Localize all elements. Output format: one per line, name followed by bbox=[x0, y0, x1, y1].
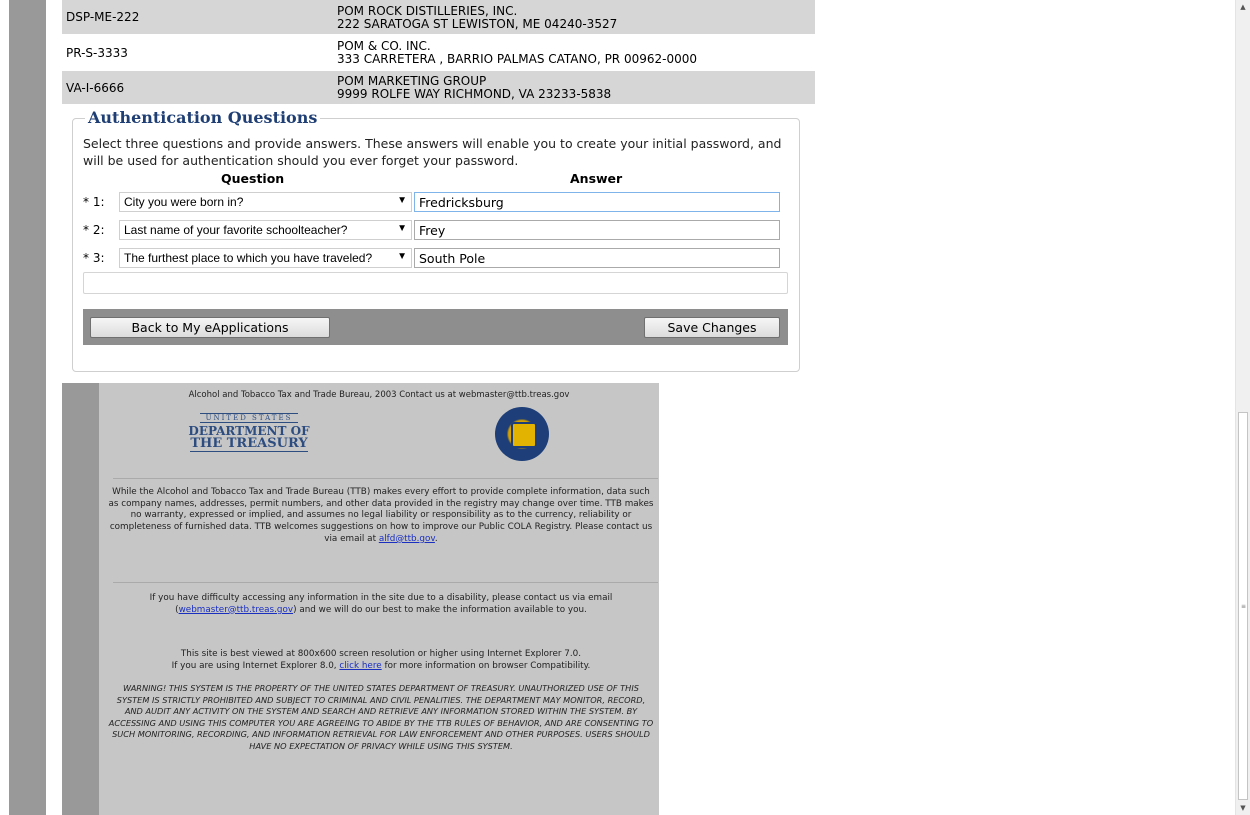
treasury-seal-icon bbox=[495, 407, 549, 461]
scroll-up-arrow-icon[interactable]: ▲ bbox=[1236, 0, 1250, 14]
permit-id: VA-I-6666 bbox=[66, 80, 125, 95]
answer-column-header: Answer bbox=[570, 171, 623, 186]
answer-input-1[interactable]: Fredricksburg bbox=[414, 192, 780, 212]
browser-compatibility-link[interactable]: click here bbox=[339, 661, 381, 671]
permit-id: PR-S-3333 bbox=[66, 45, 128, 60]
back-to-eapplications-button[interactable]: Back to My eApplications bbox=[90, 317, 330, 338]
accessibility-notice: If you have difficulty accessing any inf… bbox=[149, 593, 613, 615]
footer-copyright-line: Alcohol and Tobacco Tax and Trade Bureau… bbox=[188, 390, 570, 400]
authentication-questions-fieldset: Authentication Questions Select three qu… bbox=[72, 109, 800, 372]
footer: Alcohol and Tobacco Tax and Trade Bureau… bbox=[99, 383, 659, 815]
logo-line-1: UNITED STATES bbox=[199, 413, 299, 423]
message-box bbox=[83, 272, 788, 294]
question-number: * 1: bbox=[83, 195, 105, 209]
permit-address: 222 SARATOGA ST LEWISTON, ME 04240-3527 bbox=[337, 17, 618, 31]
section-description: Select three questions and provide answe… bbox=[83, 136, 782, 168]
security-warning: WARNING! THIS SYSTEM IS THE PROPERTY OF … bbox=[108, 683, 654, 751]
permits-table: DSP-ME-222 POM ROCK DISTILLERIES, INC. 2… bbox=[62, 0, 815, 104]
footer-divider bbox=[113, 582, 658, 583]
question-number: * 2: bbox=[83, 223, 105, 237]
permit-row: PR-S-3333 POM & CO. INC. 333 CARRETERA ,… bbox=[62, 34, 815, 69]
permit-id: DSP-ME-222 bbox=[66, 10, 140, 24]
vertical-scrollbar[interactable]: ▲ ≡ ▼ bbox=[1235, 0, 1250, 815]
scrollbar-thumb[interactable]: ≡ bbox=[1238, 412, 1248, 800]
section-title: Authentication Questions bbox=[85, 109, 321, 127]
scroll-down-arrow-icon[interactable]: ▼ bbox=[1236, 801, 1250, 815]
permit-address: 333 CARRETERA , BARRIO PALMAS CATANO, PR… bbox=[337, 52, 697, 66]
chevron-down-icon: ▼ bbox=[397, 251, 407, 262]
alfd-email-link[interactable]: alfd@ttb.gov bbox=[379, 534, 435, 544]
grip-icon: ≡ bbox=[1241, 603, 1247, 610]
footer-divider bbox=[113, 478, 658, 479]
question-select-2[interactable]: Last name of your favorite schoolteacher… bbox=[119, 220, 412, 240]
button-bar: Back to My eApplications Save Changes bbox=[83, 309, 788, 345]
webmaster-email-link[interactable]: webmaster@ttb.treas.gov bbox=[179, 605, 294, 615]
question-select-value: City you were born in? bbox=[124, 195, 244, 209]
answer-input-2[interactable]: Frey bbox=[414, 220, 780, 240]
browser-notice: This site is best viewed at 800x600 scre… bbox=[171, 649, 591, 671]
question-select-3[interactable]: The furthest place to which you have tra… bbox=[119, 248, 412, 268]
permit-row: DSP-ME-222 POM ROCK DISTILLERIES, INC. 2… bbox=[62, 0, 815, 34]
chevron-down-icon: ▼ bbox=[397, 195, 407, 206]
permit-address: 9999 ROLFE WAY RICHMOND, VA 23233-5838 bbox=[337, 87, 612, 101]
left-margin-strip bbox=[9, 0, 46, 815]
question-number: * 3: bbox=[83, 251, 105, 265]
question-select-value: The furthest place to which you have tra… bbox=[124, 251, 373, 265]
save-changes-button[interactable]: Save Changes bbox=[644, 317, 780, 338]
question-select-1[interactable]: City you were born in? ▼ bbox=[119, 192, 412, 212]
footer-left-strip bbox=[62, 383, 99, 815]
chevron-down-icon: ▼ bbox=[397, 223, 407, 234]
permit-row: VA-I-6666 POM MARKETING GROUP 9999 ROLFE… bbox=[62, 69, 815, 104]
question-column-header: Question bbox=[221, 171, 285, 186]
question-row-3: * 3: The furthest place to which you hav… bbox=[83, 247, 412, 269]
question-select-value: Last name of your favorite schoolteacher… bbox=[124, 223, 348, 237]
department-of-treasury-logo: UNITED STATES DEPARTMENT OF THE TREASURY bbox=[187, 411, 311, 459]
answer-input-3[interactable]: South Pole bbox=[414, 248, 780, 268]
question-row-2: * 2: Last name of your favorite schoolte… bbox=[83, 219, 412, 241]
logo-line-3: THE TREASURY bbox=[190, 436, 308, 452]
registry-disclaimer: While the Alcohol and Tobacco Tax and Tr… bbox=[108, 487, 654, 544]
question-row-1: * 1: City you were born in? ▼ bbox=[83, 191, 412, 213]
